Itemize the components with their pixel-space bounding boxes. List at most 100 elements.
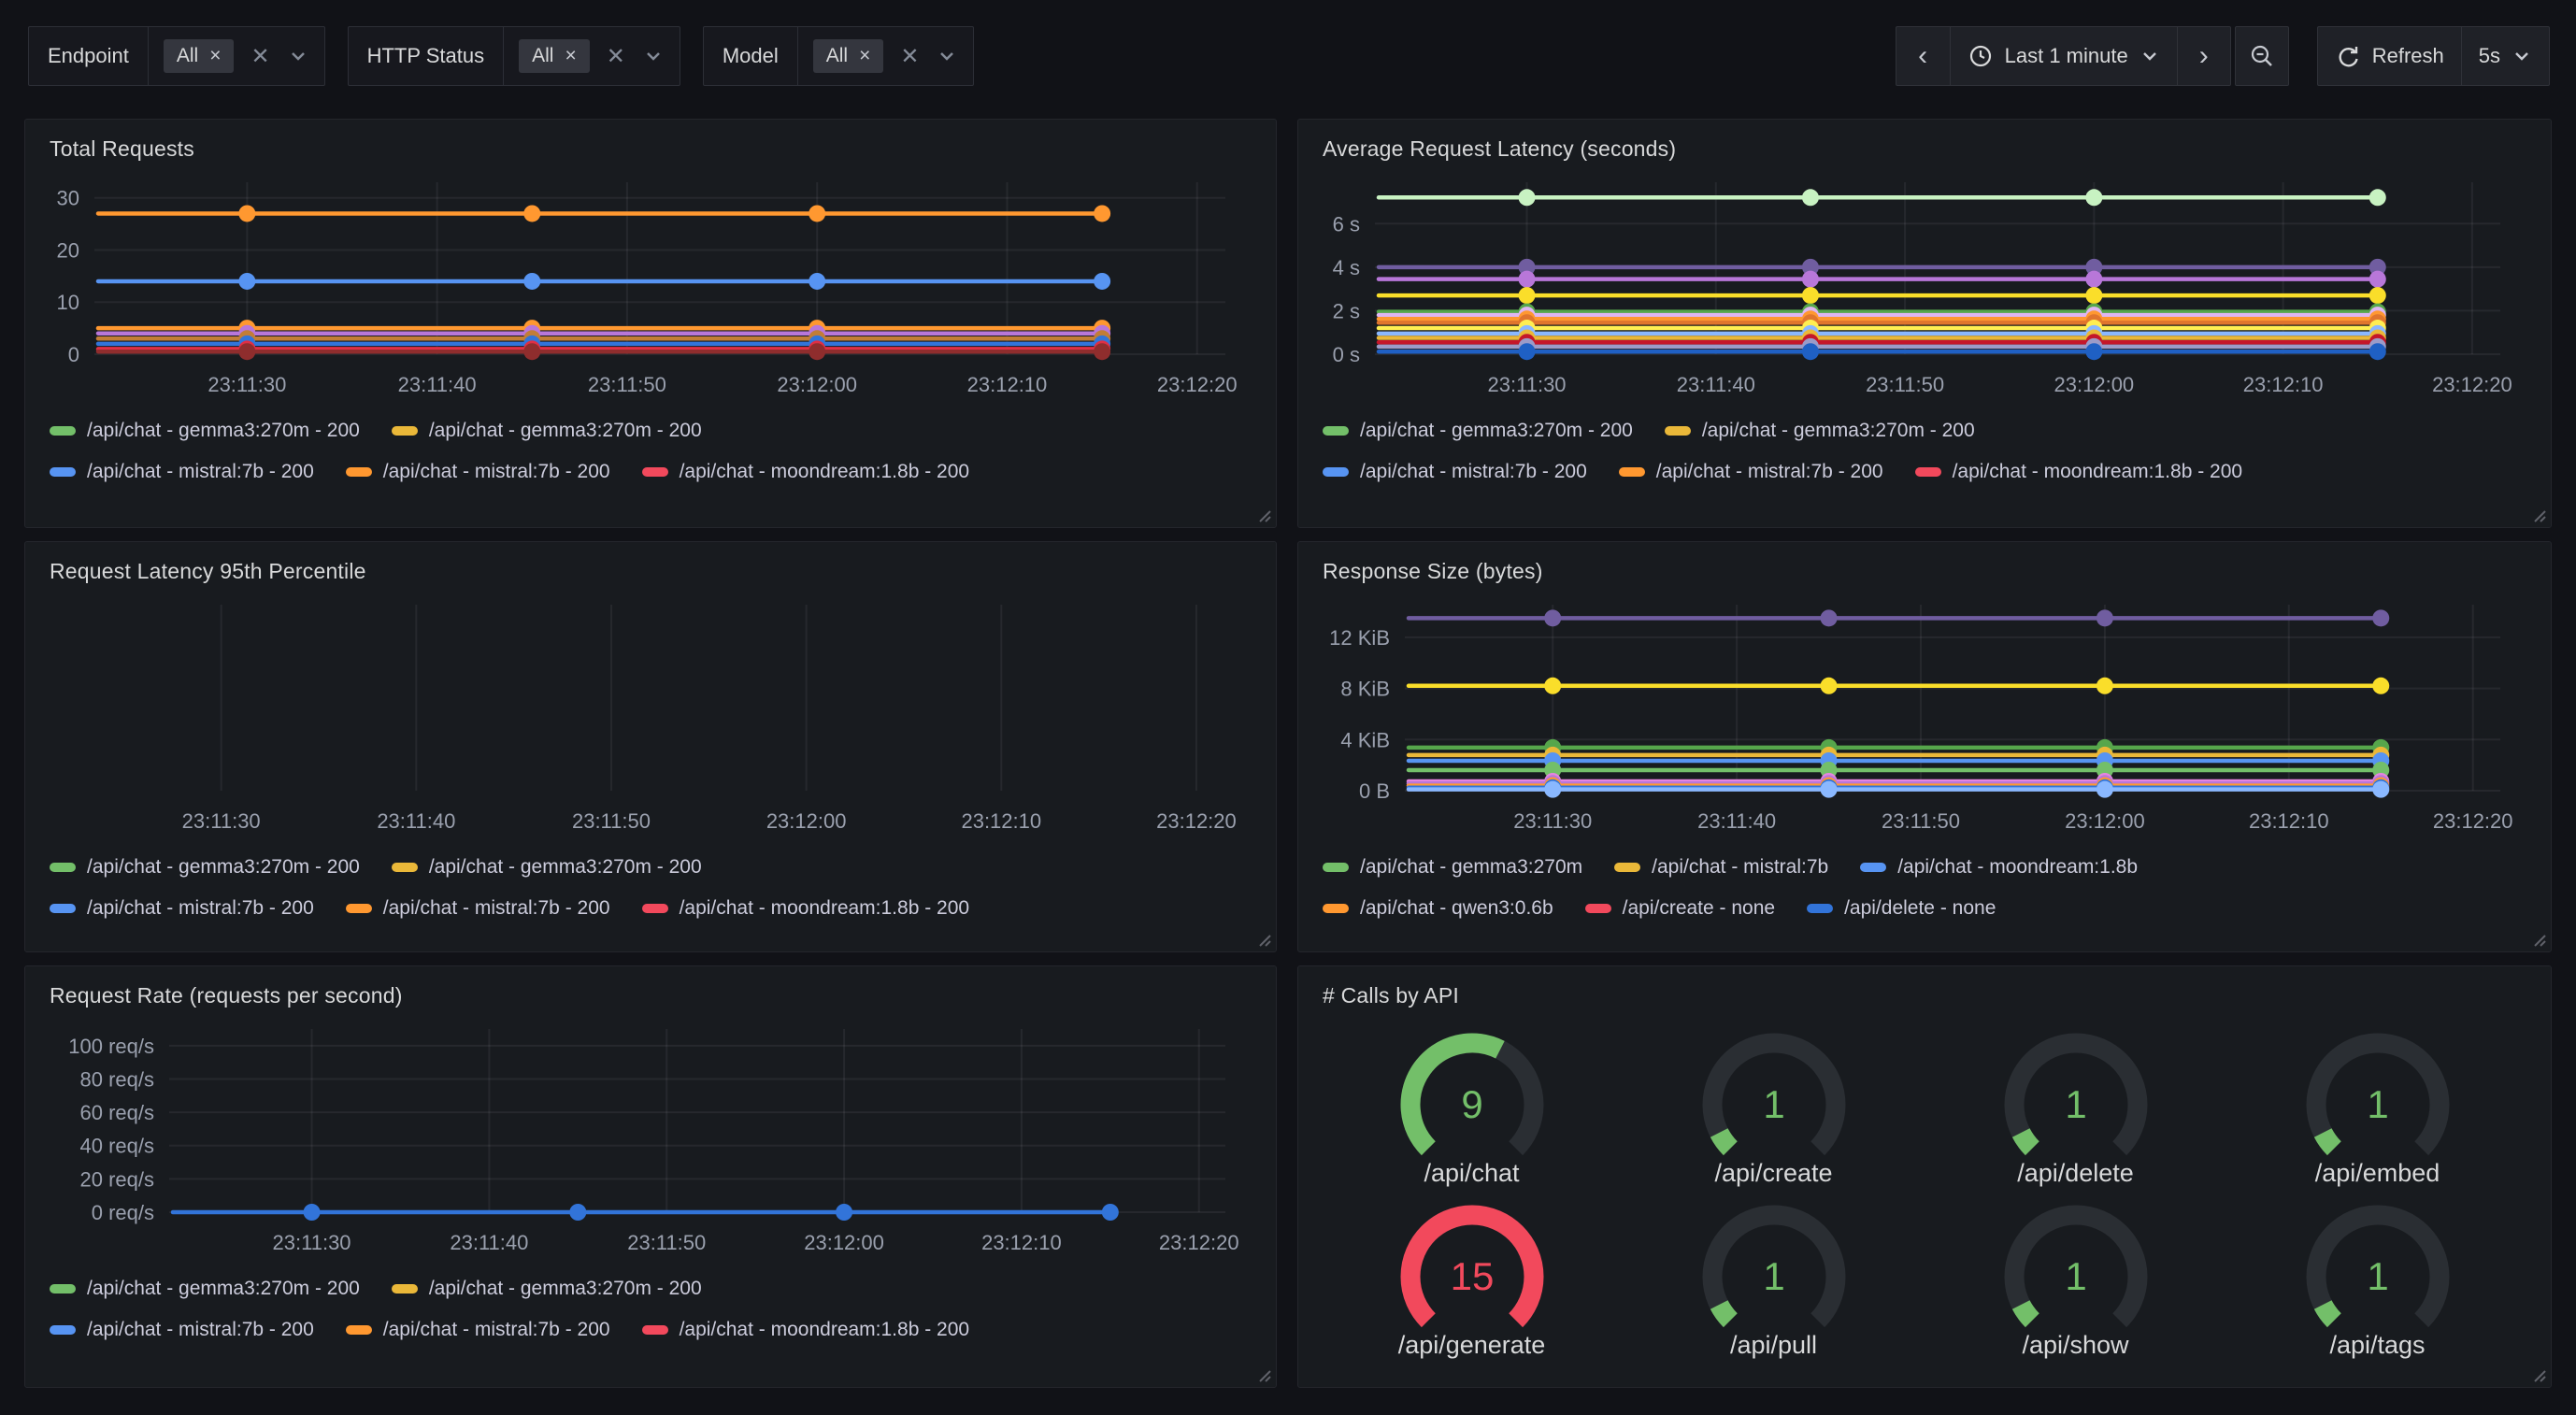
legend-item[interactable]: /api/chat - moondream:1.8b - 200 — [642, 461, 970, 483]
panel-resize-handle[interactable] — [2529, 506, 2546, 522]
panel-title[interactable]: Total Requests — [25, 120, 1276, 162]
series-point[interactable] — [1544, 678, 1561, 694]
clear-filter-icon[interactable]: ✕ — [607, 43, 625, 70]
filter-model-value[interactable]: All × ✕ — [798, 27, 974, 85]
time-series-plot[interactable]: 23:11:3023:11:4023:11:5023:12:0023:12:10… — [1309, 169, 2540, 403]
time-series-plot[interactable]: 23:11:3023:11:4023:11:5023:12:0023:12:10… — [1309, 592, 2540, 839]
series-point[interactable] — [1821, 781, 1838, 798]
series-point[interactable] — [1519, 287, 1536, 304]
latency-95th-chart[interactable]: 23:11:3023:11:4023:11:5023:12:0023:12:10… — [36, 592, 1265, 839]
chip-remove-icon[interactable]: × — [859, 45, 870, 67]
panel-title[interactable]: Response Size (bytes) — [1298, 542, 2551, 584]
legend-item[interactable]: /api/chat - mistral:7b - 200 — [50, 1319, 314, 1341]
series-point[interactable] — [2369, 287, 2386, 304]
series-point[interactable] — [2369, 343, 2386, 360]
chip-remove-icon[interactable]: × — [209, 45, 221, 67]
chevron-down-icon[interactable] — [936, 45, 958, 67]
gauge-api-show[interactable]: 1/api/show — [1978, 1189, 2174, 1360]
legend-item[interactable]: /api/create - none — [1585, 897, 1775, 920]
panel-title[interactable]: # Calls by API — [1298, 966, 2551, 1008]
series-point[interactable] — [1519, 189, 1536, 206]
series-point[interactable] — [2372, 678, 2389, 694]
panel-resize-handle[interactable] — [1254, 930, 1271, 947]
series-point[interactable] — [1802, 343, 1819, 360]
series-point[interactable] — [1102, 1204, 1119, 1221]
gauge-api-chat[interactable]: 9/api/chat — [1374, 1017, 1570, 1188]
refresh-interval-button[interactable]: 5s — [2461, 26, 2550, 86]
series-point[interactable] — [1802, 271, 1819, 288]
legend-item[interactable]: /api/chat - moondream:1.8b - 200 — [642, 1319, 970, 1341]
series-point[interactable] — [1094, 343, 1110, 360]
response-size-chart[interactable]: 23:11:3023:11:4023:11:5023:12:0023:12:10… — [1309, 592, 2540, 839]
legend-item[interactable]: /api/chat - qwen3:0.6b — [1323, 897, 1553, 920]
series-point[interactable] — [2097, 678, 2113, 694]
series-point[interactable] — [2085, 189, 2102, 206]
panel-title[interactable]: Average Request Latency (seconds) — [1298, 120, 2551, 162]
series-point[interactable] — [1802, 287, 1819, 304]
series-point[interactable] — [523, 205, 540, 222]
gauge-api-delete[interactable]: 1/api/delete — [1978, 1017, 2174, 1188]
gauge-api-embed[interactable]: 1/api/embed — [2280, 1017, 2476, 1188]
series-point[interactable] — [1802, 189, 1819, 206]
series-point[interactable] — [1519, 343, 1536, 360]
legend-item[interactable]: /api/chat - moondream:1.8b - 200 — [642, 897, 970, 920]
series-point[interactable] — [569, 1204, 586, 1221]
filter-model-chip[interactable]: All × — [813, 39, 884, 73]
series-point[interactable] — [1519, 271, 1536, 288]
gauge-api-tags[interactable]: 1/api/tags — [2280, 1189, 2476, 1360]
series-point[interactable] — [2097, 609, 2113, 626]
request-rate-chart[interactable]: 23:11:3023:11:4023:11:5023:12:0023:12:10… — [36, 1016, 1265, 1261]
legend-item[interactable]: /api/chat - gemma3:270m - 200 — [50, 420, 360, 442]
filter-http-status-value[interactable]: All × ✕ — [504, 27, 680, 85]
legend-item[interactable]: /api/chat - gemma3:270m - 200 — [1665, 420, 1975, 442]
gauge-api-generate[interactable]: 15/api/generate — [1374, 1189, 1570, 1360]
legend-item[interactable]: /api/chat - gemma3:270m - 200 — [392, 1278, 702, 1300]
legend-item[interactable]: /api/chat - mistral:7b - 200 — [1323, 461, 1587, 483]
filter-endpoint-value[interactable]: All × ✕ — [149, 27, 324, 85]
legend-item[interactable]: /api/chat - mistral:7b - 200 — [346, 897, 610, 920]
gauge-api-pull[interactable]: 1/api/pull — [1676, 1189, 1872, 1360]
legend-item[interactable]: /api/chat - mistral:7b - 200 — [50, 461, 314, 483]
average-latency-chart[interactable]: 23:11:3023:11:4023:11:5023:12:0023:12:10… — [1309, 169, 2540, 403]
filter-http-status-chip[interactable]: All × — [519, 39, 590, 73]
series-point[interactable] — [1821, 609, 1838, 626]
series-point[interactable] — [2369, 189, 2386, 206]
series-point[interactable] — [2372, 781, 2389, 798]
series-point[interactable] — [304, 1204, 321, 1221]
series-point[interactable] — [2085, 343, 2102, 360]
legend-item[interactable]: /api/chat - gemma3:270m - 200 — [50, 1278, 360, 1300]
series-point[interactable] — [1094, 273, 1110, 290]
series-point[interactable] — [1544, 781, 1561, 798]
series-point[interactable] — [2372, 609, 2389, 626]
legend-item[interactable]: /api/chat - mistral:7b - 200 — [1619, 461, 1883, 483]
time-range-button[interactable]: Last 1 minute — [1950, 26, 2177, 86]
gauge-api-create[interactable]: 1/api/create — [1676, 1017, 1872, 1188]
panel-title[interactable]: Request Rate (requests per second) — [25, 966, 1276, 1008]
panel-resize-handle[interactable] — [2529, 930, 2546, 947]
panel-title[interactable]: Request Latency 95th Percentile — [25, 542, 1276, 584]
legend-item[interactable]: /api/chat - mistral:7b - 200 — [50, 897, 314, 920]
zoom-out-button[interactable] — [2235, 26, 2289, 86]
time-series-plot[interactable]: 23:11:3023:11:4023:11:5023:12:0023:12:10… — [36, 1016, 1265, 1261]
series-point[interactable] — [1544, 609, 1561, 626]
clear-filter-icon[interactable]: ✕ — [900, 43, 919, 70]
series-point[interactable] — [2085, 287, 2102, 304]
total-requests-chart[interactable]: 23:11:3023:11:4023:11:5023:12:0023:12:10… — [36, 169, 1265, 403]
time-shift-back-button[interactable]: ‹ — [1896, 26, 1950, 86]
legend-item[interactable]: /api/chat - moondream:1.8b — [1860, 856, 2138, 879]
series-point[interactable] — [523, 273, 540, 290]
panel-resize-handle[interactable] — [1254, 1365, 1271, 1382]
series-point[interactable] — [1821, 678, 1838, 694]
legend-item[interactable]: /api/chat - gemma3:270m - 200 — [392, 856, 702, 879]
series-point[interactable] — [238, 205, 255, 222]
series-point[interactable] — [238, 343, 255, 360]
filter-endpoint-chip[interactable]: All × — [164, 39, 235, 73]
time-shift-forward-button[interactable]: › — [2177, 26, 2231, 86]
series-point[interactable] — [2097, 781, 2113, 798]
series-point[interactable] — [836, 1204, 852, 1221]
panel-resize-handle[interactable] — [1254, 506, 1271, 522]
legend-item[interactable]: /api/chat - moondream:1.8b - 200 — [1915, 461, 2243, 483]
series-point[interactable] — [523, 343, 540, 360]
legend-item[interactable]: /api/delete - none — [1807, 897, 1996, 920]
legend-item[interactable]: /api/chat - gemma3:270m - 200 — [50, 856, 360, 879]
